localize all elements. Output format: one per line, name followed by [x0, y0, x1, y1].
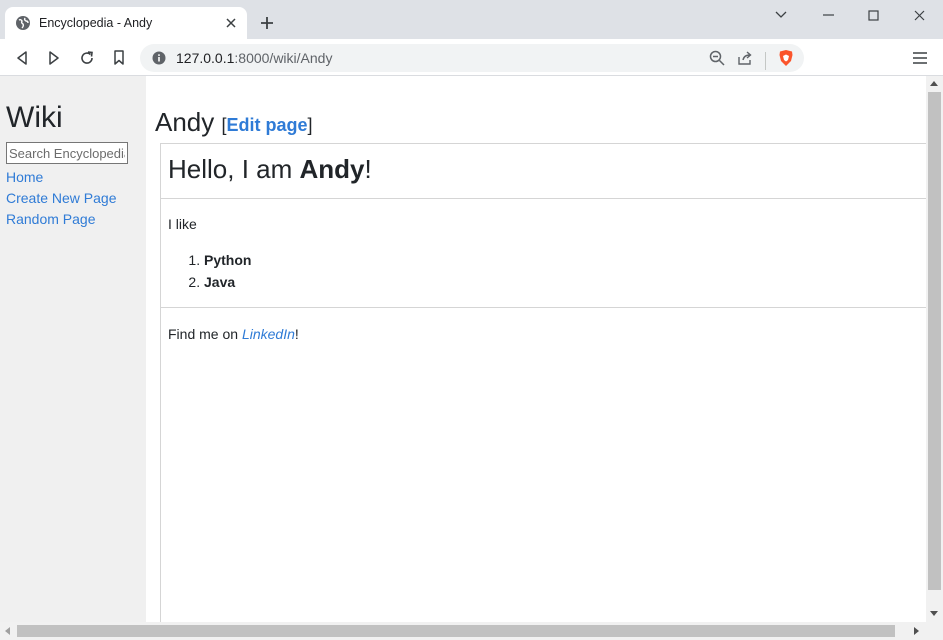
- article-heading: Hello, I am Andy!: [168, 152, 926, 186]
- divider: [161, 307, 927, 308]
- article-body: Hello, I am Andy! I like Python Java Fin…: [160, 143, 927, 622]
- back-button[interactable]: [11, 47, 33, 69]
- sidebar-nav: Home Create New Page Random Page: [6, 167, 146, 230]
- scroll-up-icon[interactable]: [930, 81, 938, 86]
- list-item: Python: [204, 249, 926, 271]
- browser-titlebar: Encyclopedia - Andy: [0, 0, 943, 39]
- url-path: :8000/wiki/Andy: [234, 50, 333, 66]
- list-item-text: Java: [204, 274, 236, 290]
- edit-page-link[interactable]: Edit page: [227, 115, 308, 135]
- find-me-text: Find me on LinkedIn!: [168, 324, 926, 344]
- new-tab-button[interactable]: [256, 12, 278, 34]
- sidebar-link-home[interactable]: Home: [6, 167, 146, 188]
- close-icon[interactable]: [223, 15, 239, 31]
- url-host: 127.0.0.1: [176, 50, 235, 66]
- maximize-button[interactable]: [850, 4, 896, 26]
- search-input[interactable]: [6, 142, 128, 164]
- scroll-right-icon[interactable]: [914, 627, 919, 635]
- info-icon[interactable]: [152, 51, 166, 65]
- chevron-down-icon[interactable]: [758, 4, 804, 26]
- horizontal-scroll-thumb[interactable]: [17, 625, 895, 637]
- globe-icon: [15, 15, 31, 31]
- scroll-down-icon[interactable]: [930, 611, 938, 616]
- heading-suffix: !: [364, 154, 372, 184]
- horizontal-scrollbar[interactable]: [0, 622, 943, 640]
- find-suffix: !: [294, 326, 299, 342]
- omnibox-actions: [709, 49, 794, 72]
- url-text: 127.0.0.1:8000/wiki/Andy: [176, 50, 332, 66]
- divider: [765, 51, 766, 70]
- browser-toolbar: 127.0.0.1:8000/wiki/Andy: [0, 39, 943, 76]
- browser-tab[interactable]: Encyclopedia - Andy: [5, 7, 247, 39]
- linkedin-link[interactable]: LinkedIn: [242, 326, 295, 342]
- zoom-icon[interactable]: [709, 50, 725, 71]
- sidebar: Wiki Home Create New Page Random Page: [0, 76, 146, 622]
- scroll-left-icon[interactable]: [5, 627, 10, 635]
- vertical-scroll-thumb[interactable]: [928, 92, 941, 590]
- hamburger-menu-icon[interactable]: [908, 47, 932, 69]
- forward-button[interactable]: [43, 47, 65, 69]
- like-text: I like: [168, 216, 197, 232]
- reload-button[interactable]: [76, 47, 98, 69]
- page-title-text: Andy: [155, 107, 215, 137]
- heading-name: Andy: [299, 154, 365, 184]
- divider: [161, 198, 927, 199]
- share-icon[interactable]: [737, 50, 753, 71]
- bookmark-icon[interactable]: [108, 47, 130, 69]
- list-item-text: Python: [204, 252, 252, 268]
- tab-title: Encyclopedia - Andy: [39, 16, 153, 30]
- site-title: Wiki: [6, 101, 63, 134]
- edit-bracket-close: ]: [307, 115, 313, 135]
- minimize-button[interactable]: [805, 4, 851, 26]
- window-close-button[interactable]: [896, 4, 942, 26]
- page-title: Andy [Edit page]: [155, 106, 313, 141]
- main-content: Andy [Edit page] Hello, I am Andy! I lik…: [155, 76, 927, 622]
- page-viewport: Wiki Home Create New Page Random Page An…: [0, 76, 927, 622]
- sidebar-link-create-new-page[interactable]: Create New Page: [6, 188, 146, 209]
- languages-list: Python Java: [204, 249, 926, 293]
- address-bar[interactable]: 127.0.0.1:8000/wiki/Andy: [140, 44, 804, 72]
- find-prefix: Find me on: [168, 326, 242, 342]
- vertical-scrollbar[interactable]: [926, 76, 943, 622]
- list-item: Java: [204, 271, 926, 293]
- sidebar-link-random-page[interactable]: Random Page: [6, 209, 146, 230]
- heading-prefix: Hello, I am: [168, 154, 300, 184]
- brave-shield-icon[interactable]: [778, 49, 794, 72]
- edit-link-wrapper: [Edit page]: [222, 115, 313, 135]
